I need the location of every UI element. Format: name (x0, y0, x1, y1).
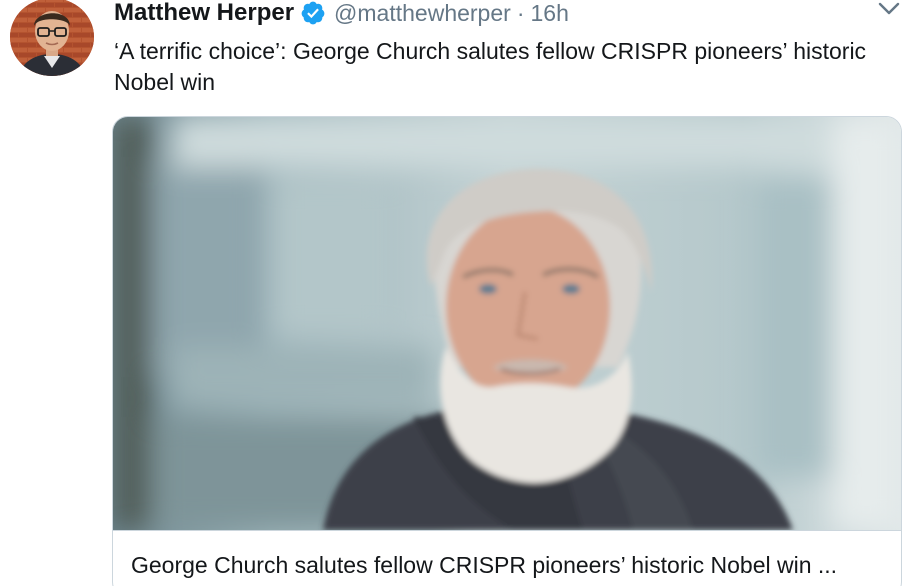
card-divider (113, 530, 901, 531)
avatar[interactable] (10, 0, 94, 76)
author-name[interactable]: Matthew Herper (114, 0, 294, 27)
avatar-image (10, 0, 94, 76)
card-image (113, 117, 901, 530)
tweet-header: Matthew Herper @matthewherper · 16h (114, 0, 569, 28)
tweet-text: ‘A terrific choice’: George Church salut… (114, 38, 867, 95)
verified-badge-icon (300, 0, 326, 26)
card-title: George Church salutes fellow CRISPR pion… (131, 552, 838, 578)
separator-dot: · (516, 0, 525, 26)
link-preview-card[interactable]: George Church salutes fellow CRISPR pion… (112, 116, 902, 586)
author-handle[interactable]: @matthewherper (334, 0, 511, 27)
chevron-down-icon[interactable] (876, 0, 902, 18)
tweet-timestamp[interactable]: 16h (530, 0, 568, 27)
tweet: Matthew Herper @matthewherper · 16h ‘A t… (0, 0, 922, 586)
